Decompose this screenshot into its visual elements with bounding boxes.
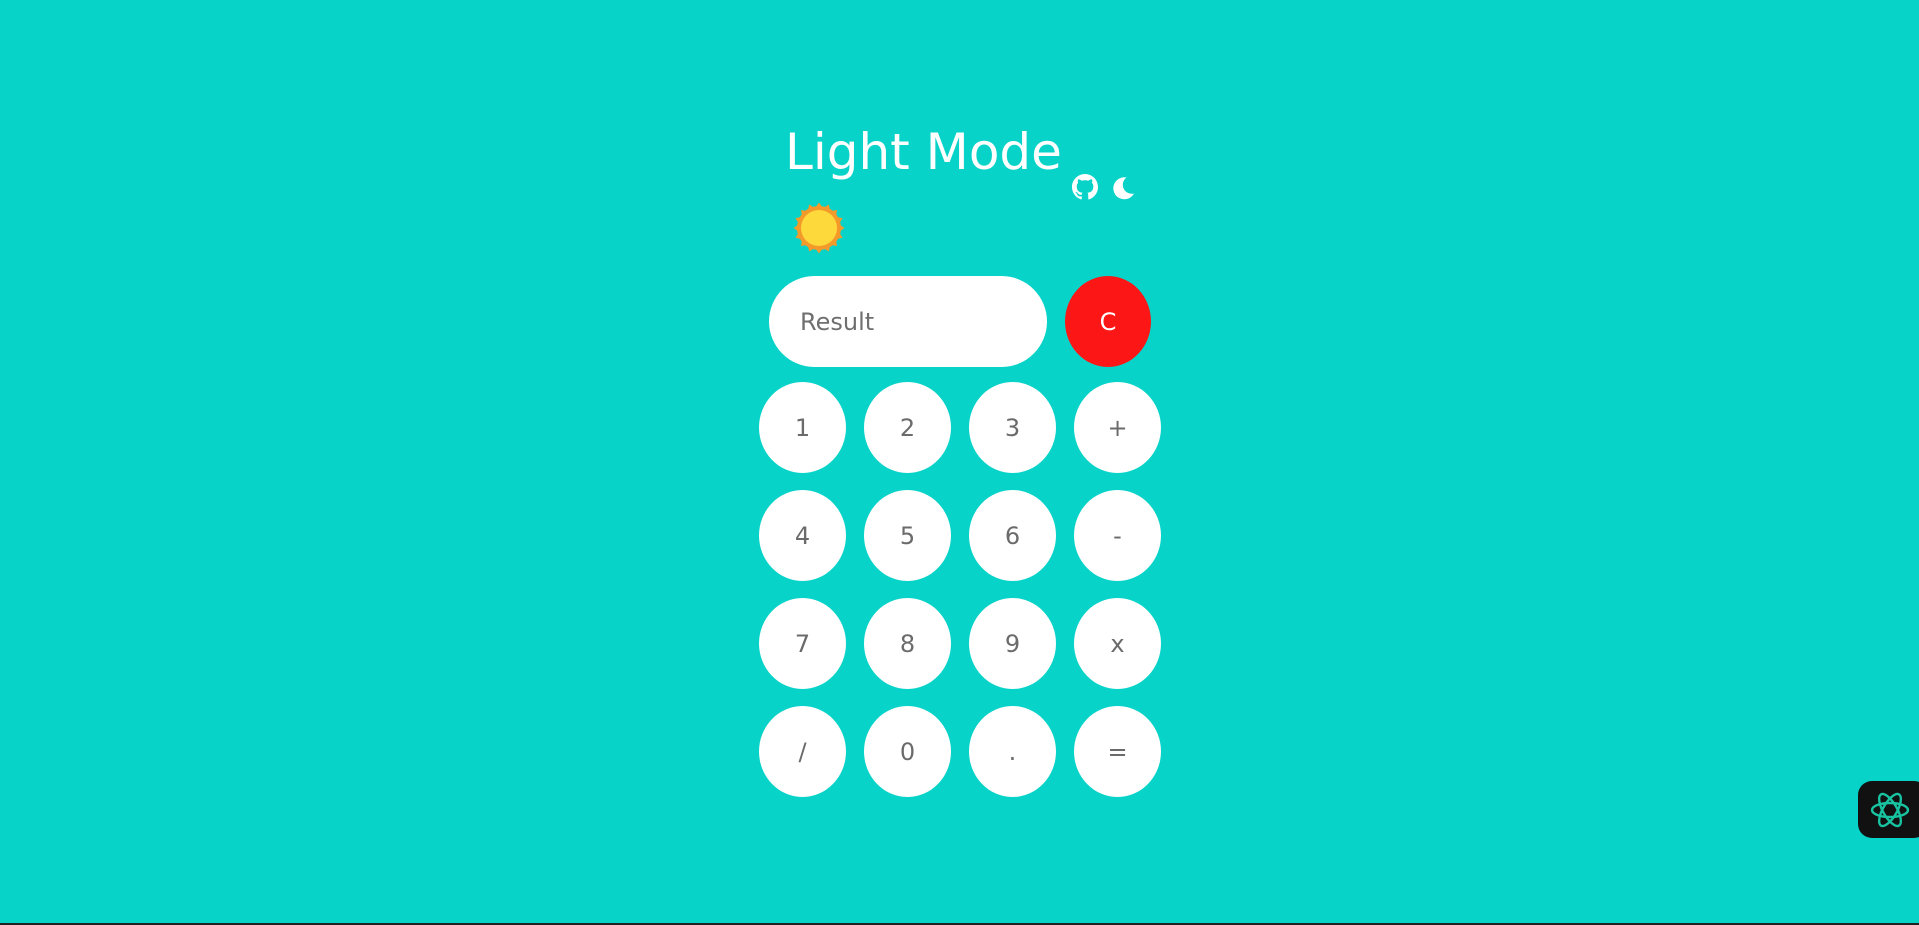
key-8[interactable]: 8 (864, 598, 951, 689)
key-7[interactable]: 7 (759, 598, 846, 689)
github-link[interactable] (1071, 173, 1099, 201)
key-equals[interactable]: = (1074, 706, 1161, 797)
key-4[interactable]: 4 (759, 490, 846, 581)
result-display[interactable] (769, 276, 1047, 367)
clear-button[interactable]: C (1065, 276, 1151, 367)
theme-toggle-button[interactable] (1108, 173, 1138, 203)
key-minus[interactable]: - (1074, 490, 1161, 581)
keypad: 1 2 3 + 4 5 6 - 7 8 9 x / 0 . = (759, 382, 1161, 797)
sun-icon (793, 202, 845, 254)
key-2[interactable]: 2 (864, 382, 951, 473)
key-decimal[interactable]: . (969, 706, 1056, 797)
assistant-launcher[interactable] (1858, 781, 1919, 838)
key-6[interactable]: 6 (969, 490, 1056, 581)
key-divide[interactable]: / (759, 706, 846, 797)
key-multiply[interactable]: x (1074, 598, 1161, 689)
key-9[interactable]: 9 (969, 598, 1056, 689)
key-3[interactable]: 3 (969, 382, 1056, 473)
key-0[interactable]: 0 (864, 706, 951, 797)
key-plus[interactable]: + (1074, 382, 1161, 473)
moon-icon (1113, 177, 1134, 200)
github-icon (1072, 174, 1098, 200)
key-1[interactable]: 1 (759, 382, 846, 473)
atom-icon (1870, 792, 1910, 827)
page-title: Light Mode (785, 123, 1062, 181)
key-5[interactable]: 5 (864, 490, 951, 581)
